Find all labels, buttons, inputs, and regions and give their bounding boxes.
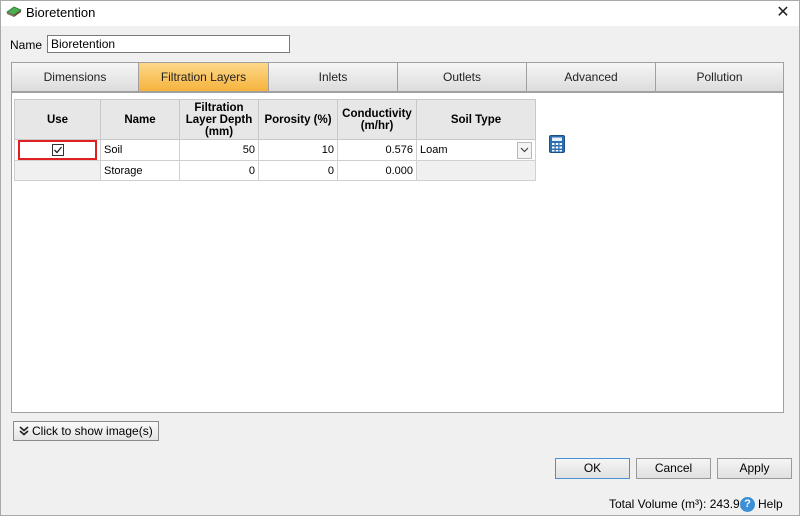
use-cell xyxy=(14,160,101,181)
ok-button[interactable]: OK xyxy=(555,458,630,479)
tab-outlets[interactable]: Outlets xyxy=(398,62,527,92)
selected-cell-outline[interactable] xyxy=(18,140,97,160)
depth-cell[interactable]: 0 xyxy=(179,160,259,181)
name-input[interactable]: Bioretention xyxy=(47,35,290,53)
soil-type-cell[interactable]: Loam xyxy=(416,139,536,161)
use-cell[interactable] xyxy=(14,139,101,161)
tab-strip: Dimensions Filtration Layers Inlets Outl… xyxy=(11,62,784,92)
table-header-row: Use Name Filtration Layer Depth (mm) Por… xyxy=(14,99,536,140)
filtration-layers-panel: Use Name Filtration Layer Depth (mm) Por… xyxy=(11,92,784,413)
checkmark-icon xyxy=(53,146,62,154)
column-header-conductivity[interactable]: Conductivity (m/hr) xyxy=(337,99,417,140)
column-header-porosity[interactable]: Porosity (%) xyxy=(258,99,338,140)
filtration-layers-table: Use Name Filtration Layer Depth (mm) Por… xyxy=(14,99,536,181)
close-button[interactable]: ✕ xyxy=(766,0,800,26)
tab-pollution[interactable]: Pollution xyxy=(656,62,784,92)
column-header-soil-type[interactable]: Soil Type xyxy=(416,99,536,140)
soil-type-value: Loam xyxy=(420,144,448,156)
soil-type-cell xyxy=(416,160,536,181)
help-link[interactable]: Help xyxy=(758,497,783,511)
cancel-button[interactable]: Cancel xyxy=(636,458,711,479)
total-volume-status: Total Volume (m³): 243.911 xyxy=(609,497,753,511)
help-icon[interactable]: ? xyxy=(740,497,755,512)
table-row[interactable]: Storage 0 0 0.000 xyxy=(14,160,536,181)
layer-name-cell[interactable]: Soil xyxy=(100,139,180,161)
conductivity-cell[interactable]: 0.000 xyxy=(337,160,417,181)
tab-filtration-layers[interactable]: Filtration Layers xyxy=(139,62,269,92)
column-header-use[interactable]: Use xyxy=(14,99,101,140)
tab-inlets[interactable]: Inlets xyxy=(269,62,398,92)
porosity-cell[interactable]: 10 xyxy=(258,139,338,161)
tab-dimensions[interactable]: Dimensions xyxy=(11,62,139,92)
chevron-down-icon[interactable] xyxy=(517,141,532,159)
close-icon: ✕ xyxy=(776,4,790,21)
soil-type-dropdown[interactable]: Loam xyxy=(420,141,532,160)
porosity-cell[interactable]: 0 xyxy=(258,160,338,181)
show-images-button[interactable]: Click to show image(s) xyxy=(13,421,159,441)
table-row[interactable]: Soil 50 10 0.576 Loam xyxy=(14,139,536,161)
column-header-depth[interactable]: Filtration Layer Depth (mm) xyxy=(179,99,259,140)
show-images-label: Click to show image(s) xyxy=(32,424,153,438)
use-checkbox[interactable] xyxy=(51,144,64,156)
window-title: Bioretention xyxy=(26,5,96,20)
conductivity-cell[interactable]: 0.576 xyxy=(337,139,417,161)
apply-button[interactable]: Apply xyxy=(717,458,792,479)
depth-cell[interactable]: 50 xyxy=(179,139,259,161)
tab-advanced[interactable]: Advanced xyxy=(527,62,656,92)
double-chevron-down-icon xyxy=(19,426,29,436)
bioretention-icon xyxy=(6,6,22,17)
title-bar: Bioretention ✕ xyxy=(0,0,800,26)
column-header-name[interactable]: Name xyxy=(100,99,180,140)
calculator-icon[interactable] xyxy=(549,135,565,153)
layer-name-cell[interactable]: Storage xyxy=(100,160,180,181)
name-label: Name xyxy=(10,38,43,52)
